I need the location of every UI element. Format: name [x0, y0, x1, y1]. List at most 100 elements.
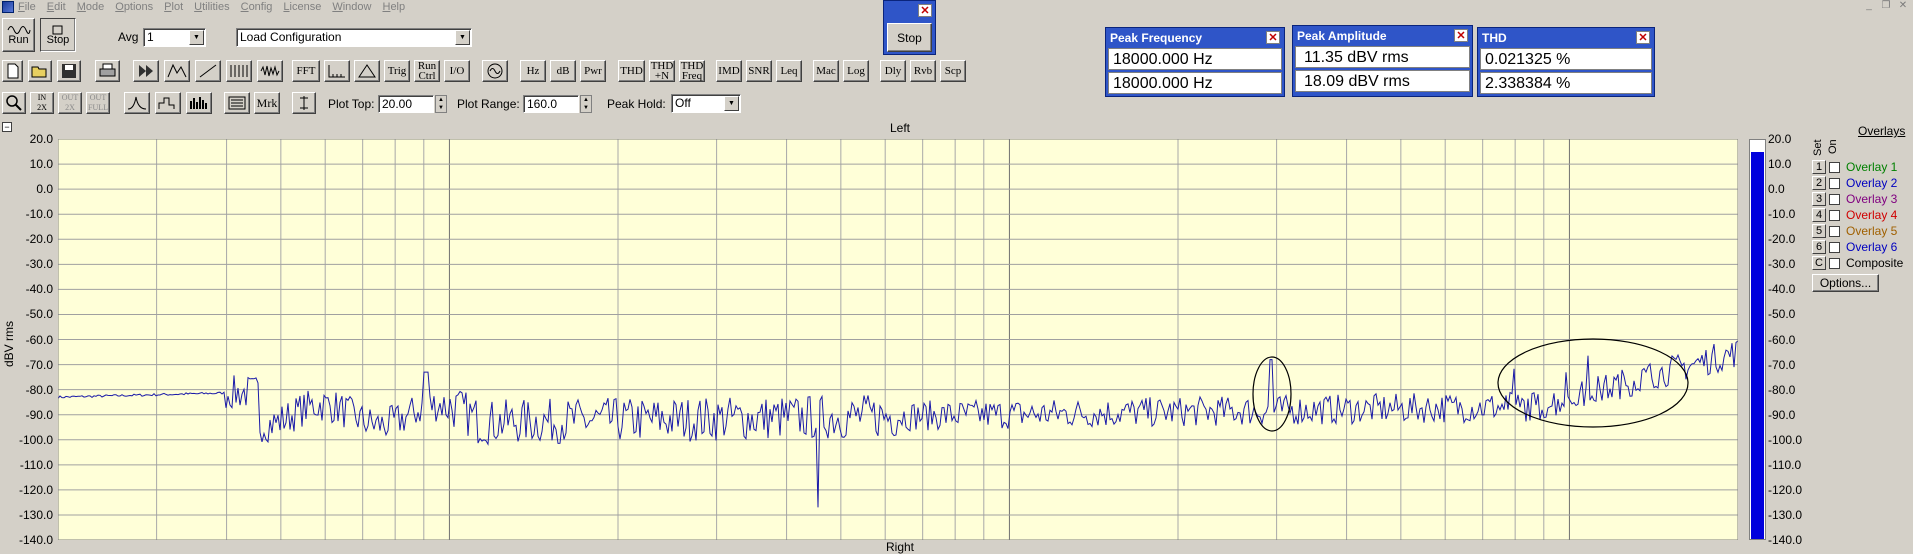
- minimize-icon[interactable]: _: [1862, 1, 1876, 12]
- close-icon[interactable]: ✕: [1636, 31, 1650, 44]
- plot-top-label: Plot Top:: [328, 97, 375, 111]
- menu-license[interactable]: License: [283, 0, 321, 14]
- sweep-button[interactable]: [226, 60, 252, 82]
- marker-button[interactable]: Mrk: [254, 92, 280, 114]
- collapse-icon[interactable]: −: [2, 122, 12, 132]
- io-button[interactable]: I/O: [444, 60, 470, 82]
- zoom-in-2x-button[interactable]: IN 2X: [30, 92, 54, 114]
- menu-edit[interactable]: Edit: [47, 0, 66, 14]
- bar-mode-button[interactable]: [186, 92, 212, 114]
- hz-button[interactable]: Hz: [520, 60, 546, 82]
- overlay-set-button[interactable]: 5: [1812, 224, 1826, 238]
- spin-up-icon[interactable]: ▲: [436, 96, 446, 104]
- overlay-set-button[interactable]: 6: [1812, 240, 1826, 254]
- plot-range-label: Plot Range:: [457, 97, 520, 111]
- display-button[interactable]: [224, 92, 250, 114]
- spin-down-icon[interactable]: ▼: [581, 104, 591, 112]
- save-icon: [62, 64, 76, 78]
- overlays-options-button[interactable]: Options...: [1812, 274, 1879, 292]
- print-button[interactable]: [95, 60, 120, 82]
- spin-down-icon[interactable]: ▼: [436, 104, 446, 112]
- peak-hold-select[interactable]: Off ▼: [671, 94, 741, 113]
- plot-range-input[interactable]: 160.0: [523, 95, 579, 113]
- new-file-button[interactable]: [2, 60, 23, 82]
- stop-button[interactable]: Stop: [40, 18, 76, 52]
- overlay-set-button[interactable]: 4: [1812, 208, 1826, 222]
- db-button[interactable]: dB: [550, 60, 576, 82]
- overlay-on-checkbox[interactable]: [1829, 177, 1840, 189]
- pwr-button[interactable]: Pwr: [580, 60, 606, 82]
- close-icon[interactable]: ✕: [1454, 29, 1468, 42]
- spin-up-icon[interactable]: ▲: [581, 96, 591, 104]
- menu-mode[interactable]: Mode: [77, 0, 105, 14]
- cursor-button[interactable]: [292, 92, 316, 114]
- leq-button[interactable]: Leq: [776, 60, 802, 82]
- trig-button[interactable]: Trig: [384, 60, 410, 82]
- y-tick-label-right: -120.0: [1768, 482, 1803, 497]
- menu-config[interactable]: Config: [241, 0, 273, 14]
- open-file-button[interactable]: [28, 60, 52, 82]
- waveform-icon: [167, 63, 187, 78]
- run-button[interactable]: Run: [2, 18, 35, 52]
- snr-button[interactable]: SNR: [746, 60, 772, 82]
- print-icon: [99, 63, 116, 77]
- spectrum-plot[interactable]: [58, 139, 1738, 540]
- zoom-button[interactable]: [2, 92, 26, 114]
- rvb-button[interactable]: Rvb: [910, 60, 936, 82]
- close-app-icon[interactable]: ✕: [1896, 1, 1910, 12]
- config-select[interactable]: Load Configuration ▼: [236, 28, 472, 47]
- imd-button[interactable]: IMD: [716, 60, 742, 82]
- thd-freq-button[interactable]: THD Freq: [679, 60, 705, 82]
- stop-window-button[interactable]: Stop: [887, 23, 932, 52]
- close-icon[interactable]: ✕: [1266, 31, 1280, 44]
- overlay-on-checkbox[interactable]: [1829, 257, 1840, 269]
- menu-window[interactable]: Window: [332, 0, 371, 14]
- overlay-on-checkbox[interactable]: [1829, 225, 1840, 237]
- plot-top-input[interactable]: 20.00: [378, 95, 434, 113]
- menu-utilities[interactable]: Utilities: [194, 0, 229, 14]
- restore-icon[interactable]: ❐: [1879, 1, 1893, 12]
- generator-button[interactable]: [482, 60, 508, 82]
- overlay-set-button[interactable]: 1: [1812, 160, 1826, 174]
- overlay-label: Overlay 1: [1846, 160, 1898, 174]
- noise-button[interactable]: [257, 60, 283, 82]
- plot-top-title: Left: [889, 121, 910, 135]
- spectrum-mode-button[interactable]: [124, 92, 150, 114]
- zoom-full-button[interactable]: OUT FULL: [86, 92, 110, 114]
- scale-button[interactable]: [324, 60, 350, 82]
- plot-top-spinner[interactable]: ▲ ▼: [435, 95, 447, 113]
- thd-n-button[interactable]: THD +N: [649, 60, 675, 82]
- overlay-on-checkbox[interactable]: [1829, 209, 1840, 221]
- menu-help[interactable]: Help: [382, 0, 405, 14]
- ramp-button[interactable]: [195, 60, 221, 82]
- zoom-out-2x-button[interactable]: OUT 2X: [58, 92, 82, 114]
- overlay-set-button[interactable]: 2: [1812, 176, 1826, 190]
- close-icon[interactable]: ✕: [918, 4, 932, 17]
- chevron-down-icon: ▼: [189, 30, 204, 45]
- overlay-on-checkbox[interactable]: [1829, 241, 1840, 253]
- y-tick-label: -10.0: [25, 207, 53, 222]
- menu-options[interactable]: Options: [115, 0, 153, 14]
- thd-button[interactable]: THD: [618, 60, 645, 82]
- overlay-on-checkbox[interactable]: [1829, 193, 1840, 205]
- fast-forward-button[interactable]: [133, 60, 159, 82]
- log-button[interactable]: Log: [843, 60, 869, 82]
- peak-frequency-window: Peak Frequency ✕ 18000.000 Hz 18000.000 …: [1105, 27, 1285, 97]
- overlay-on-checkbox[interactable]: [1829, 161, 1840, 173]
- run-ctrl-button[interactable]: Run Ctrl: [414, 60, 440, 82]
- overlay-set-button[interactable]: C: [1812, 256, 1826, 270]
- filter-button[interactable]: [354, 60, 380, 82]
- step-mode-button[interactable]: [155, 92, 181, 114]
- menu-plot[interactable]: Plot: [164, 0, 183, 14]
- plot-range-spinner[interactable]: ▲ ▼: [580, 95, 592, 113]
- overlay-set-button[interactable]: 3: [1812, 192, 1826, 206]
- waveform-button[interactable]: [164, 60, 190, 82]
- avg-select[interactable]: 1 ▼: [143, 28, 206, 47]
- fft-button[interactable]: FFT: [292, 60, 320, 82]
- dly-button[interactable]: Dly: [880, 60, 906, 82]
- scp-button[interactable]: Scp: [940, 60, 966, 82]
- save-file-button[interactable]: [57, 60, 81, 82]
- y-tick-label: 10.0: [29, 157, 53, 172]
- mac-button[interactable]: Mac: [813, 60, 839, 82]
- menu-file[interactable]: File: [18, 0, 36, 14]
